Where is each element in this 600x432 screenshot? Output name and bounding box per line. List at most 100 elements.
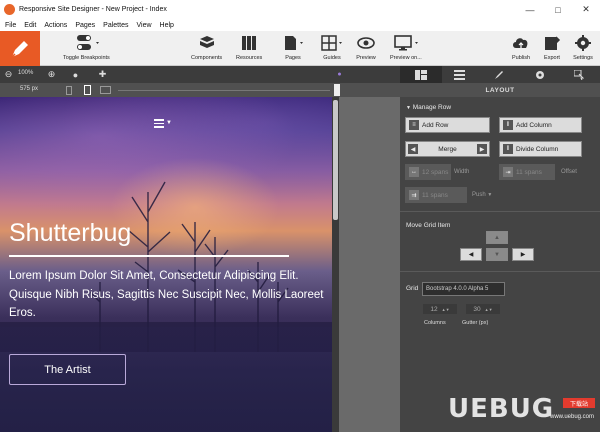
viewport-width: 575 px <box>20 86 39 92</box>
merge-button[interactable]: ◀ Merge ▶ <box>405 141 490 157</box>
offset-label: Offset <box>561 169 577 175</box>
width-spans-select[interactable]: ↔ 12 spans <box>405 164 451 180</box>
menu-pages[interactable]: Pages <box>75 22 95 29</box>
export-icon <box>545 36 561 50</box>
menu-palettes[interactable]: Palettes <box>103 22 128 29</box>
move-left-button[interactable]: ◀ <box>460 248 482 261</box>
menu-bar: File Edit Actions Pages Palettes View He… <box>0 19 600 31</box>
phone-icon[interactable] <box>84 85 91 95</box>
watermark-badge: 下载站 <box>563 398 595 408</box>
caret-down-icon: ▼ <box>166 120 172 127</box>
design-canvas[interactable]: ▼ Shutterbug Lorem Ipsum Dolor Sit Amet,… <box>0 97 332 432</box>
pages-button[interactable]: Pages <box>282 34 304 61</box>
columns-label: Columns <box>424 320 446 326</box>
breakpoint-ruler[interactable] <box>118 90 330 91</box>
push-spans-value: 11 spans <box>422 191 448 199</box>
move-down-button[interactable]: ▼ <box>486 248 508 261</box>
add-column-button[interactable]: ⦀ Add Column <box>499 117 582 133</box>
gear-icon <box>575 35 591 51</box>
window-controls: — □ ✕ <box>516 0 600 19</box>
breakpoint-handle-icon[interactable] <box>334 84 340 96</box>
resources-button[interactable]: Resources <box>236 34 262 61</box>
zoom-minus-icon[interactable]: ● <box>70 69 81 80</box>
toggle-breakpoints-label: Toggle Breakpoints <box>63 55 110 61</box>
push-dropdown-icon[interactable]: ▼ <box>487 192 492 198</box>
menu-help[interactable]: Help <box>160 22 174 29</box>
menu-file[interactable]: File <box>5 22 16 29</box>
breakpoint-marker-icon[interactable]: ● <box>334 69 345 80</box>
push-spans-select[interactable]: ⇉ 11 spans <box>405 187 467 203</box>
the-artist-button[interactable]: The Artist <box>9 354 126 385</box>
move-up-button[interactable]: ▲ <box>486 231 508 244</box>
the-artist-label: The Artist <box>44 363 91 376</box>
close-button[interactable]: ✕ <box>572 0 600 19</box>
menu-view[interactable]: View <box>136 22 151 29</box>
zoom-level: 100% <box>18 70 34 76</box>
scrollbar-thumb[interactable] <box>333 100 338 220</box>
hero-body: Lorem Ipsum Dolor Sit Amet, Consectetur … <box>9 270 324 319</box>
minimize-button[interactable]: — <box>516 0 544 19</box>
hamburger-menu-button[interactable]: ▼ <box>154 119 172 128</box>
toggle-breakpoints-button[interactable]: Toggle Breakpoints <box>63 34 110 61</box>
settings-button[interactable]: Settings <box>573 34 593 61</box>
guides-button[interactable]: Guides <box>320 34 344 61</box>
preview-on-button[interactable]: Preview on... <box>390 34 422 61</box>
export-button[interactable]: Export <box>542 34 562 61</box>
components-button[interactable]: Components <box>191 34 222 61</box>
push-icon: ⇉ <box>409 190 419 200</box>
resources-icon <box>242 36 257 50</box>
preview-on-label: Preview on... <box>390 55 422 61</box>
publish-button[interactable]: Publish <box>511 34 531 61</box>
tab-interactions[interactable] <box>558 66 600 83</box>
menu-actions[interactable]: Actions <box>44 22 67 29</box>
hero-divider <box>9 255 289 257</box>
cog-icon <box>536 70 544 79</box>
preview-button[interactable]: Preview <box>356 34 376 61</box>
pen-logo-icon <box>11 40 28 58</box>
columns-stepper[interactable]: 12 ▲▼ <box>422 303 458 315</box>
panel-header: LAYOUT <box>400 83 600 97</box>
zoom-plus-icon[interactable]: ✚ <box>97 69 108 80</box>
section-divider-2 <box>400 271 600 272</box>
add-row-label: Add Row <box>422 121 449 129</box>
monitor-icon <box>394 35 418 51</box>
maximize-button[interactable]: □ <box>544 0 572 19</box>
preview-label: Preview <box>356 55 376 61</box>
gutter-spinner-icon[interactable]: ▲▼ <box>485 307 493 312</box>
columns-spinner-icon[interactable]: ▲▼ <box>442 307 450 312</box>
tab-layout[interactable] <box>400 66 442 83</box>
canvas-scrollbar[interactable] <box>332 97 339 432</box>
offset-spans-value: 11 spans <box>516 168 542 176</box>
gutter-stepper[interactable]: 30 ▲▼ <box>465 303 501 315</box>
app-logo[interactable] <box>0 31 40 66</box>
layout-panel: ▼ Manage Row ≡ Add Row ⦀ Add Column ◀ Me… <box>400 97 600 432</box>
guides-label: Guides <box>323 55 341 61</box>
grid-framework-select[interactable]: Bootstrap 4.0.0 Alpha 5 <box>422 282 505 296</box>
width-icon: ↔ <box>409 167 419 177</box>
add-row-icon: ≡ <box>409 120 419 130</box>
guides-icon <box>321 35 342 51</box>
zoom-in-icon[interactable]: ⊕ <box>46 69 57 80</box>
menu-edit[interactable]: Edit <box>24 22 36 29</box>
collapse-icon[interactable]: ▼ <box>406 105 411 111</box>
offset-icon: ⇥ <box>503 167 513 177</box>
offset-spans-select[interactable]: ⇥ 11 spans <box>499 164 555 180</box>
eye-icon <box>357 37 375 49</box>
move-right-button[interactable]: ▶ <box>512 248 534 261</box>
phone-small-icon[interactable] <box>66 86 72 95</box>
pages-icon <box>285 36 303 50</box>
main-toolbar: Toggle Breakpoints Components Resources … <box>0 31 600 66</box>
tablet-icon[interactable] <box>100 86 111 94</box>
canvas-gutter <box>339 97 400 432</box>
divide-column-icon: ⦀ <box>503 144 513 154</box>
tab-list[interactable] <box>438 66 480 83</box>
resources-label: Resources <box>236 55 263 61</box>
components-icon <box>199 36 214 48</box>
tab-style[interactable] <box>478 66 520 83</box>
window-title: Responsive Site Designer - New Project -… <box>19 6 167 13</box>
zoom-out-icon[interactable]: ⊖ <box>3 69 14 80</box>
manage-row-label: Manage Row <box>412 104 452 111</box>
add-row-button[interactable]: ≡ Add Row <box>405 117 490 133</box>
divide-column-button[interactable]: ⦀ Divide Column <box>499 141 582 157</box>
tab-settings[interactable] <box>519 66 561 83</box>
